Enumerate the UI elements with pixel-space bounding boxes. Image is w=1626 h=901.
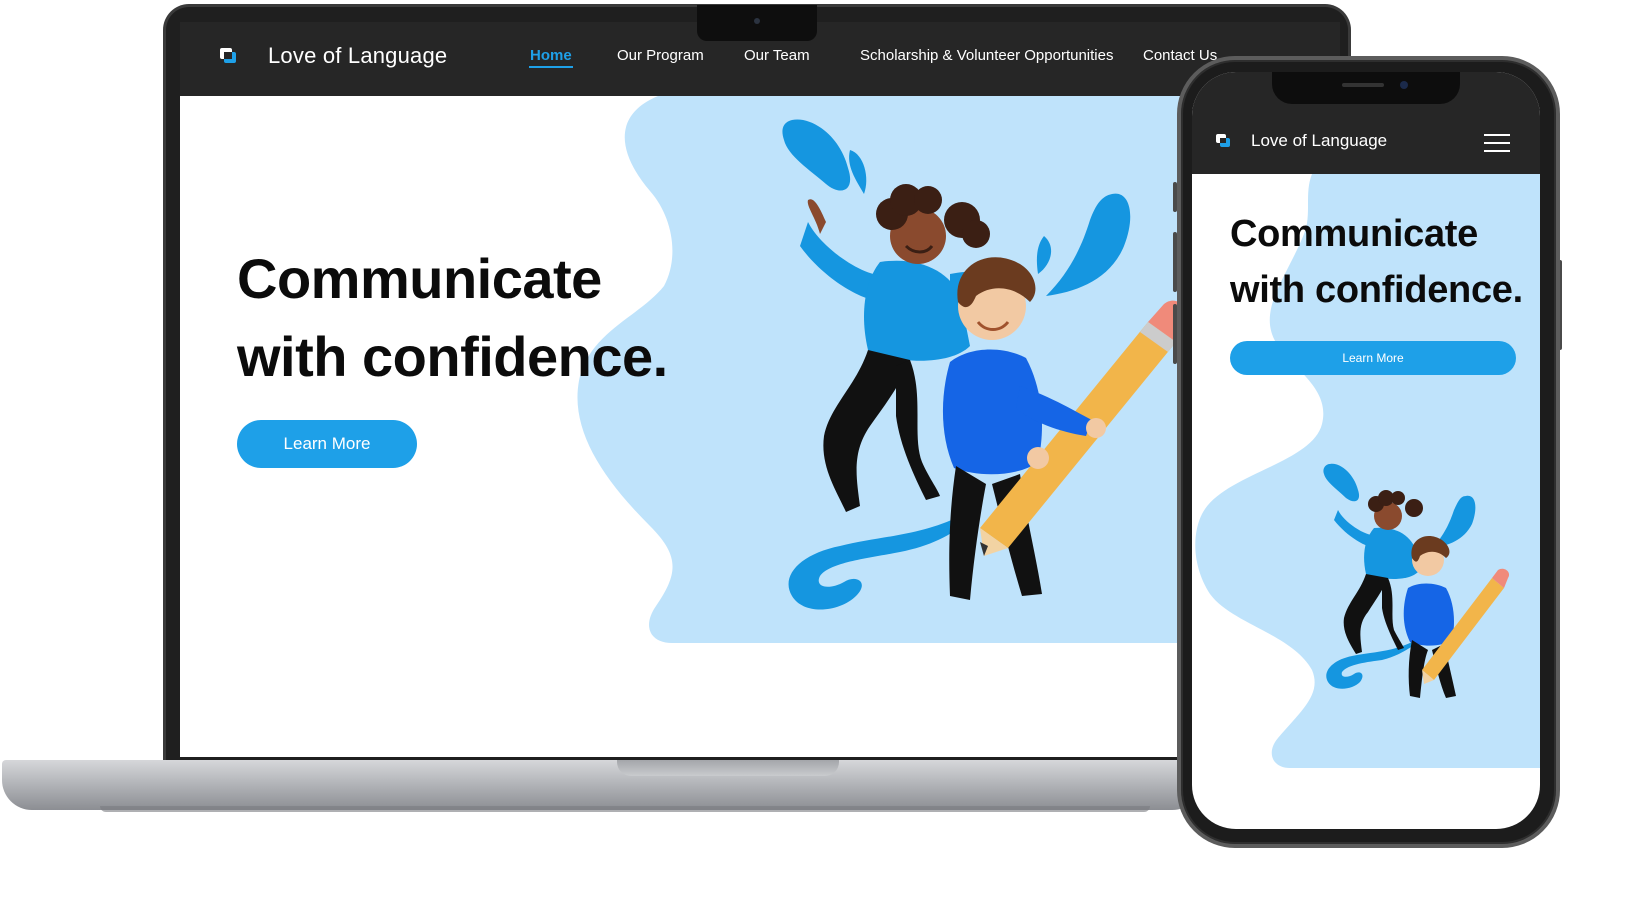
laptop-base-shadow xyxy=(100,806,1150,812)
laptop-camera xyxy=(754,18,760,24)
learn-more-button[interactable]: Learn More xyxy=(237,420,417,468)
phone-camera xyxy=(1400,81,1408,89)
laptop-opening-groove xyxy=(617,760,839,776)
hero-heading-line-1: Communicate xyxy=(237,247,602,310)
logo-icon[interactable] xyxy=(220,48,237,64)
brand-name[interactable]: Love of Language xyxy=(1251,131,1387,151)
phone-screen: Love of Language Communicate with confid… xyxy=(1192,72,1540,829)
phone-speaker xyxy=(1342,83,1384,87)
laptop-screen: Love of Language Home Our Program Our Te… xyxy=(180,22,1340,757)
phone-notch xyxy=(1272,72,1460,104)
learn-more-button[interactable]: Learn More xyxy=(1230,341,1516,375)
active-nav-indicator xyxy=(529,66,573,68)
hero-heading-line-1: Communicate xyxy=(1230,213,1478,255)
hero-heading: Communicate with confidence. xyxy=(237,240,737,396)
nav-link-our-team[interactable]: Our Team xyxy=(744,47,810,64)
nav-link-contact-us[interactable]: Contact Us xyxy=(1143,47,1217,64)
laptop-base xyxy=(2,760,1202,810)
logo-icon[interactable] xyxy=(1216,134,1230,147)
brand-name[interactable]: Love of Language xyxy=(268,43,447,69)
hamburger-menu-icon[interactable] xyxy=(1484,134,1510,152)
nav-link-our-program[interactable]: Our Program xyxy=(617,47,704,64)
mobile-header: Love of Language xyxy=(1192,72,1540,174)
nav-link-home[interactable]: Home xyxy=(530,47,572,64)
nav-link-scholarship[interactable]: Scholarship & Volunteer Opportunities xyxy=(860,47,1113,64)
hero-heading-line-2: with confidence. xyxy=(237,325,668,388)
hero-heading: Communicate with confidence. xyxy=(1230,206,1530,318)
hero-heading-line-2: with confidence. xyxy=(1230,269,1523,311)
